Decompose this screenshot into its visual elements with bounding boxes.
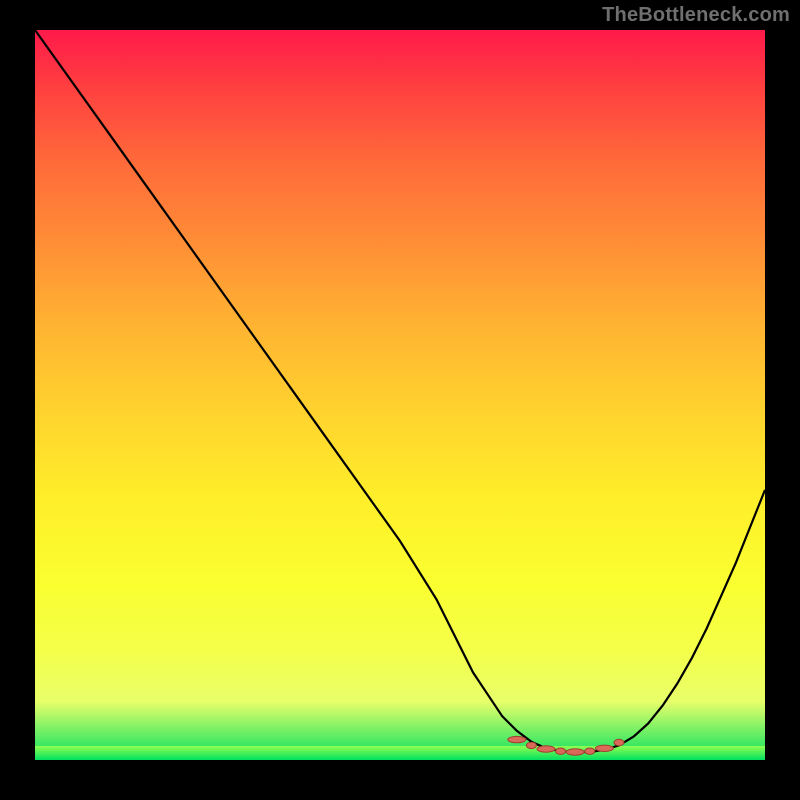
curve-svg (35, 30, 765, 760)
min-marker (614, 739, 624, 745)
min-marker (585, 748, 595, 754)
chart-frame: TheBottleneck.com (0, 0, 800, 800)
min-marker (556, 748, 566, 754)
plot-area (35, 30, 765, 760)
min-marker (537, 746, 555, 752)
min-marker (566, 749, 584, 755)
bottleneck-curve (35, 30, 765, 752)
min-marker (526, 742, 536, 748)
min-marker (508, 736, 526, 742)
watermark-text: TheBottleneck.com (602, 4, 790, 27)
min-marker-group (508, 736, 624, 755)
min-marker (595, 745, 613, 751)
